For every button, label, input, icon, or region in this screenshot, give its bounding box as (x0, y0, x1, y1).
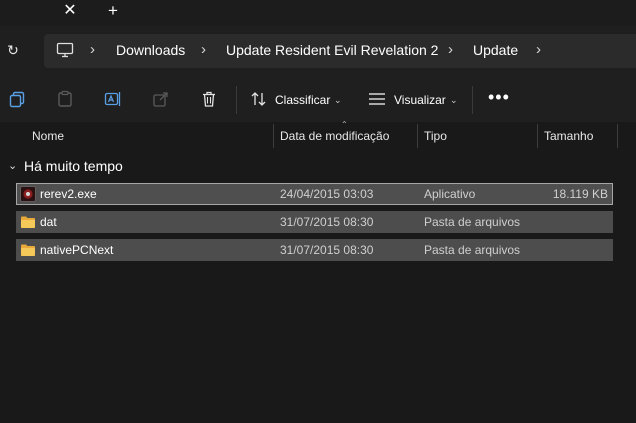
copy-icon[interactable] (8, 90, 26, 108)
column-header-date[interactable]: Data de modificação (280, 124, 389, 148)
toolbar-divider (472, 86, 473, 114)
breadcrumb-downloads[interactable]: Downloads (116, 41, 185, 59)
close-tab-icon[interactable]: ✕ (61, 2, 79, 20)
breadcrumb-update-resident-evil[interactable]: Update Resident Evil Revelation 2 (226, 41, 438, 59)
this-pc-icon[interactable] (56, 42, 74, 58)
view-button[interactable]: Visualizar (394, 92, 446, 108)
column-header-type[interactable]: Tipo (424, 124, 447, 148)
rename-icon[interactable] (104, 90, 122, 108)
breadcrumb-chevron-icon[interactable]: › (448, 41, 453, 59)
file-name: nativePCNext (40, 243, 114, 257)
column-divider[interactable] (417, 124, 418, 148)
file-date: 31/07/2015 08:30 (280, 215, 374, 229)
paste-icon[interactable] (56, 90, 74, 108)
breadcrumb-update[interactable]: Update (473, 41, 518, 59)
file-type: Pasta de arquivos (424, 243, 521, 257)
file-row[interactable]: nativePCNext 31/07/2015 08:30 Pasta de a… (16, 239, 613, 261)
app-icon (20, 186, 36, 202)
column-divider[interactable] (617, 124, 618, 148)
more-options-button[interactable]: ••• (488, 88, 510, 106)
breadcrumb-chevron-icon[interactable]: › (90, 41, 95, 59)
share-icon[interactable] (152, 90, 170, 108)
chevron-down-icon[interactable]: ⌄ (450, 92, 458, 108)
file-name: rerev2.exe (40, 187, 97, 201)
toolbar-divider (236, 86, 237, 114)
group-collapse-chevron-icon[interactable]: ⌄ (8, 158, 20, 174)
file-size: 18.119 KB (552, 187, 608, 201)
breadcrumb-chevron-icon[interactable]: › (536, 41, 541, 59)
folder-icon (21, 216, 35, 228)
delete-icon[interactable] (200, 90, 218, 108)
sort-button[interactable]: Classificar (275, 92, 330, 108)
breadcrumb-chevron-icon[interactable]: › (201, 41, 206, 59)
column-header-label: Tamanho (544, 129, 594, 143)
refresh-button[interactable]: ↻ (4, 41, 22, 59)
group-header[interactable]: Há muito tempo (24, 157, 123, 175)
file-date: 31/07/2015 08:30 (280, 243, 374, 257)
column-header-size[interactable]: Tamanho (544, 124, 593, 148)
new-tab-button[interactable]: + (104, 2, 122, 20)
column-divider[interactable] (273, 124, 274, 148)
column-divider[interactable] (537, 124, 538, 148)
file-type: Pasta de arquivos (424, 215, 521, 229)
file-row[interactable]: dat 31/07/2015 08:30 Pasta de arquivos (16, 211, 613, 233)
column-header-name[interactable]: Nome (32, 124, 64, 148)
file-name: dat (40, 215, 57, 229)
column-header-label: Data de modificação (280, 129, 390, 143)
file-date: 24/04/2015 03:03 (280, 187, 374, 201)
file-row[interactable]: rerev2.exe 24/04/2015 03:03 Aplicativo 1… (16, 183, 613, 205)
column-header-label: Nome (32, 129, 65, 143)
chevron-down-icon[interactable]: ⌄ (334, 92, 342, 108)
folder-icon (21, 244, 35, 256)
sort-icon[interactable] (250, 91, 268, 107)
file-type: Aplicativo (424, 187, 476, 201)
view-icon[interactable] (368, 92, 386, 106)
tab-strip (0, 0, 636, 26)
column-header-label: Tipo (424, 129, 447, 143)
